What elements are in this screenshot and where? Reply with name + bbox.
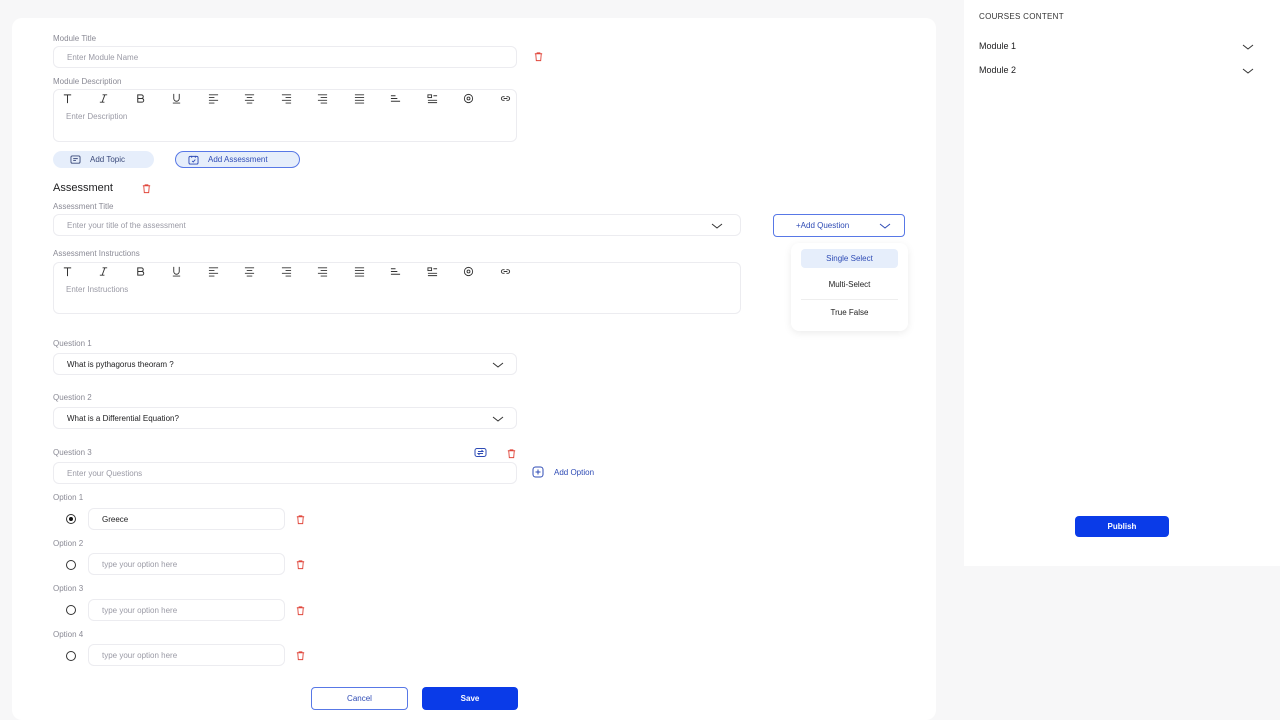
module-description-label: Module Description bbox=[53, 77, 122, 86]
delete-option-4-icon[interactable] bbox=[295, 650, 306, 661]
align-center-icon[interactable] bbox=[232, 93, 269, 104]
delete-option-2-icon[interactable] bbox=[295, 559, 306, 570]
add-assessment-label: Add Assessment bbox=[208, 155, 268, 164]
question-3-input[interactable]: Enter your Questions bbox=[53, 462, 517, 484]
module-title-label: Module Title bbox=[53, 34, 97, 43]
module-description-toolbar bbox=[49, 89, 524, 107]
assessment-instructions-toolbar bbox=[49, 262, 524, 280]
question-1-label: Question 1 bbox=[53, 339, 92, 348]
delete-question-icon[interactable] bbox=[506, 448, 517, 459]
chevron-down-icon[interactable] bbox=[492, 361, 504, 369]
assessment-instructions-label: Assessment Instructions bbox=[53, 249, 140, 258]
add-option-icon[interactable] bbox=[532, 466, 544, 478]
align-left-icon[interactable] bbox=[195, 93, 232, 104]
cancel-button[interactable]: Cancel bbox=[311, 687, 408, 710]
module-1-label: Module 1 bbox=[979, 41, 1017, 51]
assessment-title-input[interactable]: Enter your title of the assessment bbox=[53, 214, 741, 236]
text-type-icon[interactable] bbox=[49, 266, 86, 277]
courses-content-sidebar bbox=[964, 0, 1280, 566]
question-2-label: Question 2 bbox=[53, 393, 92, 402]
bold-icon[interactable] bbox=[122, 93, 159, 104]
assessment-title-label: Assessment Title bbox=[53, 202, 114, 211]
option-2-label: Option 2 bbox=[53, 539, 84, 548]
delete-option-1-icon[interactable] bbox=[295, 514, 306, 525]
italic-icon[interactable] bbox=[86, 266, 123, 277]
option-3-label: Option 3 bbox=[53, 584, 84, 593]
sidebar-module-2[interactable]: Module 2 bbox=[979, 65, 1253, 79]
mention-icon[interactable] bbox=[451, 266, 488, 277]
list-icon[interactable] bbox=[341, 266, 378, 277]
menu-item-multi-select[interactable]: Multi-Select bbox=[801, 275, 898, 294]
module-title-input[interactable]: Enter Module Name bbox=[53, 46, 517, 68]
align-right-icon[interactable] bbox=[268, 266, 305, 277]
delete-module-icon[interactable] bbox=[533, 51, 544, 62]
bold-icon[interactable] bbox=[122, 266, 159, 277]
align-center-icon[interactable] bbox=[232, 266, 269, 277]
option-1-radio[interactable] bbox=[66, 514, 76, 524]
question-1-select[interactable]: What is pythagorus theoram ? bbox=[53, 353, 517, 375]
image-list-icon[interactable] bbox=[414, 93, 451, 104]
align-left-icon[interactable] bbox=[195, 266, 232, 277]
save-button[interactable]: Save bbox=[422, 687, 518, 710]
option-2-radio[interactable] bbox=[66, 560, 76, 570]
list-icon[interactable] bbox=[341, 93, 378, 104]
menu-item-true-false[interactable]: True False bbox=[801, 303, 898, 322]
indent-icon[interactable] bbox=[378, 266, 415, 277]
module-2-label: Module 2 bbox=[979, 65, 1017, 75]
option-3-radio[interactable] bbox=[66, 605, 76, 615]
link-icon[interactable] bbox=[487, 266, 524, 277]
italic-icon[interactable] bbox=[86, 93, 123, 104]
option-1-label: Option 1 bbox=[53, 493, 84, 502]
chevron-down-icon[interactable] bbox=[711, 222, 723, 230]
chevron-down-icon[interactable] bbox=[1242, 43, 1254, 51]
swap-icon[interactable] bbox=[474, 447, 487, 458]
add-question-chevron-icon[interactable] bbox=[879, 222, 891, 230]
align-justify-icon[interactable] bbox=[305, 93, 342, 104]
courses-content-heading: COURSES CONTENT bbox=[979, 12, 1064, 21]
question-2-select[interactable]: What is a Differential Equation? bbox=[53, 407, 517, 429]
image-list-icon[interactable] bbox=[414, 266, 451, 277]
add-topic-label: Add Topic bbox=[90, 155, 125, 164]
option-2-input[interactable]: type your option here bbox=[88, 553, 285, 575]
question-3-label: Question 3 bbox=[53, 448, 92, 457]
add-assessment-button[interactable]: Add Assessment bbox=[175, 151, 300, 168]
chevron-down-icon[interactable] bbox=[492, 415, 504, 423]
assessment-heading: Assessment bbox=[53, 182, 113, 194]
link-icon[interactable] bbox=[487, 93, 524, 104]
topic-icon bbox=[70, 154, 81, 164]
add-question-label: +Add Question bbox=[796, 221, 850, 230]
assessment-icon bbox=[188, 155, 199, 165]
indent-icon[interactable] bbox=[378, 93, 415, 104]
publish-button[interactable]: Publish bbox=[1075, 516, 1169, 537]
underline-icon[interactable] bbox=[159, 93, 196, 104]
option-4-label: Option 4 bbox=[53, 630, 84, 639]
text-type-icon[interactable] bbox=[49, 93, 86, 104]
option-4-input[interactable]: type your option here bbox=[88, 644, 285, 666]
chevron-down-icon[interactable] bbox=[1242, 67, 1254, 75]
mention-icon[interactable] bbox=[451, 93, 488, 104]
delete-assessment-icon[interactable] bbox=[141, 183, 152, 194]
delete-option-3-icon[interactable] bbox=[295, 605, 306, 616]
option-4-radio[interactable] bbox=[66, 651, 76, 661]
align-right-icon[interactable] bbox=[268, 93, 305, 104]
align-justify-icon[interactable] bbox=[305, 266, 342, 277]
add-option-button[interactable]: Add Option bbox=[554, 468, 594, 477]
module-description-placeholder: Enter Description bbox=[66, 112, 128, 121]
question-type-menu: Single Select Multi-Select True False bbox=[791, 243, 908, 331]
option-1-input[interactable]: Greece bbox=[88, 508, 285, 530]
add-topic-button[interactable]: Add Topic bbox=[53, 151, 154, 168]
menu-divider bbox=[801, 299, 898, 300]
assessment-instructions-placeholder: Enter Instructions bbox=[66, 285, 129, 294]
sidebar-module-1[interactable]: Module 1 bbox=[979, 41, 1253, 55]
underline-icon[interactable] bbox=[159, 266, 196, 277]
option-3-input[interactable]: type your option here bbox=[88, 599, 285, 621]
menu-item-single-select[interactable]: Single Select bbox=[801, 249, 898, 268]
